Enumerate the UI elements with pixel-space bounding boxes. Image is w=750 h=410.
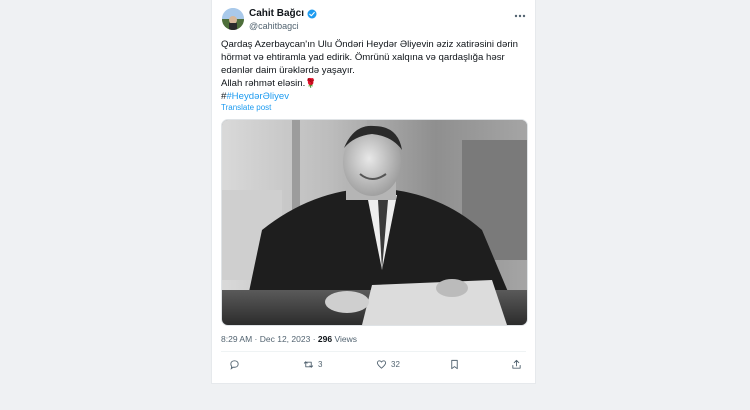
- meta-separator: ·: [252, 334, 260, 344]
- author-handle[interactable]: @cahitbagci: [249, 21, 299, 31]
- tweet-line: edənlər daim ürəklərdə yaşayır.: [221, 65, 355, 76]
- retweet-icon: [303, 360, 314, 368]
- tweet-line: Allah rəhmət eləsin.: [221, 78, 306, 89]
- share-button[interactable]: [511, 356, 522, 372]
- tweet-time[interactable]: 8:29 AM: [221, 334, 252, 344]
- tweet-line: Qardaş Azerbaycan'ın Ulu Öndəri Heydər Ə…: [221, 39, 518, 50]
- retweet-count: 3: [318, 359, 323, 369]
- author-name[interactable]: Cahit Bağcı: [249, 8, 304, 19]
- more-icon[interactable]: [514, 7, 526, 21]
- author-name-row[interactable]: Cahit Bağcı: [249, 8, 317, 19]
- tweet-line: hörmət və ehtiramla yad edirik. Ömrünü x…: [221, 52, 505, 63]
- like-button[interactable]: 32: [376, 356, 400, 372]
- translate-post-link[interactable]: Translate post: [221, 103, 271, 112]
- rose-emoji-icon: 🌹: [305, 78, 317, 88]
- tweet-photo[interactable]: [221, 119, 528, 326]
- hashtag-link[interactable]: #HeydərƏliyev: [226, 91, 289, 102]
- retweet-button[interactable]: 3: [303, 356, 322, 372]
- share-icon: [512, 359, 521, 369]
- bookmark-button[interactable]: [449, 356, 460, 372]
- like-icon: [376, 359, 387, 369]
- views-count: 296: [317, 334, 333, 344]
- reply-icon: [230, 359, 239, 370]
- reply-button[interactable]: [229, 356, 244, 372]
- bookmark-icon: [451, 359, 458, 369]
- views-label: Views: [332, 334, 357, 344]
- tweet-line-with-emoji: Allah rəhmət eləsin.🌹: [221, 77, 526, 90]
- tweet-card[interactable]: Cahit Bağcı @cahitbagci Qardaş Azerbayca…: [211, 0, 536, 384]
- tweet-meta: 8:29 AM · Dec 12, 2023 · 296 Views: [221, 334, 357, 344]
- tweet-text: Qardaş Azerbaycan'ın Ulu Öndəri Heydər Ə…: [221, 38, 526, 103]
- hashtag-line: ##HeydərƏliyev: [221, 90, 526, 103]
- avatar[interactable]: [222, 8, 244, 30]
- divider: [221, 351, 526, 352]
- like-count: 32: [391, 359, 400, 369]
- tweet-date[interactable]: Dec 12, 2023: [260, 334, 311, 344]
- action-bar: 3 32: [221, 356, 526, 374]
- meta-separator: ·: [310, 334, 318, 344]
- verified-badge-icon: [307, 9, 317, 18]
